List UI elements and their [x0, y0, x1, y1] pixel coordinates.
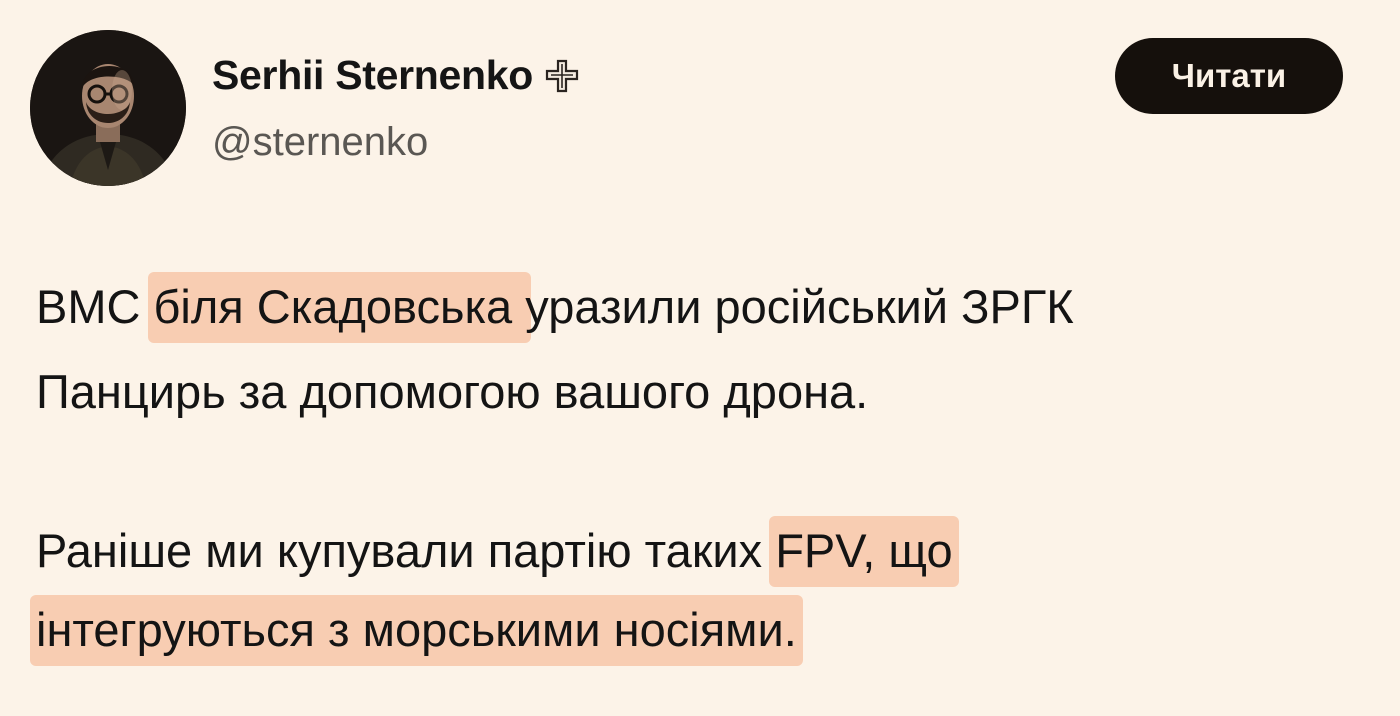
text-segment: ВМС — [36, 280, 154, 333]
avatar[interactable] — [30, 30, 186, 186]
text-segment: Панцирь за допомогою вашого дрона. — [36, 365, 869, 418]
tweet-text-line-4: інтегруються з морськими носіями. — [30, 595, 803, 666]
highlighted-text: інтегруються з морськими носіями. — [30, 595, 803, 666]
author-name-row: Serhii Sternenko — [212, 52, 579, 99]
tweet-card: Serhii Sternenko @sternenko Читати ВМС б… — [0, 0, 1400, 716]
author-name[interactable]: Serhii Sternenko — [212, 52, 533, 99]
tweet-text-line-1: ВМС біля Скадовська уразили російський З… — [36, 272, 1074, 343]
highlighted-text: FPV, що — [769, 516, 959, 587]
follow-button[interactable]: Читати — [1115, 38, 1343, 114]
highlighted-text: біля Скадовська — [147, 272, 532, 343]
author-handle[interactable]: @sternenko — [212, 120, 428, 165]
tweet-text-line-2: Панцирь за допомогою вашого дрона. — [36, 368, 868, 415]
avatar-photo-icon — [30, 30, 186, 186]
text-segment: уразили російський ЗРГК — [525, 280, 1074, 333]
tweet-text-line-3: Раніше ми купували партію таких FPV, що — [36, 516, 959, 587]
orthodox-cross-icon — [545, 59, 579, 93]
text-segment: Раніше ми купували партію таких — [36, 524, 776, 577]
